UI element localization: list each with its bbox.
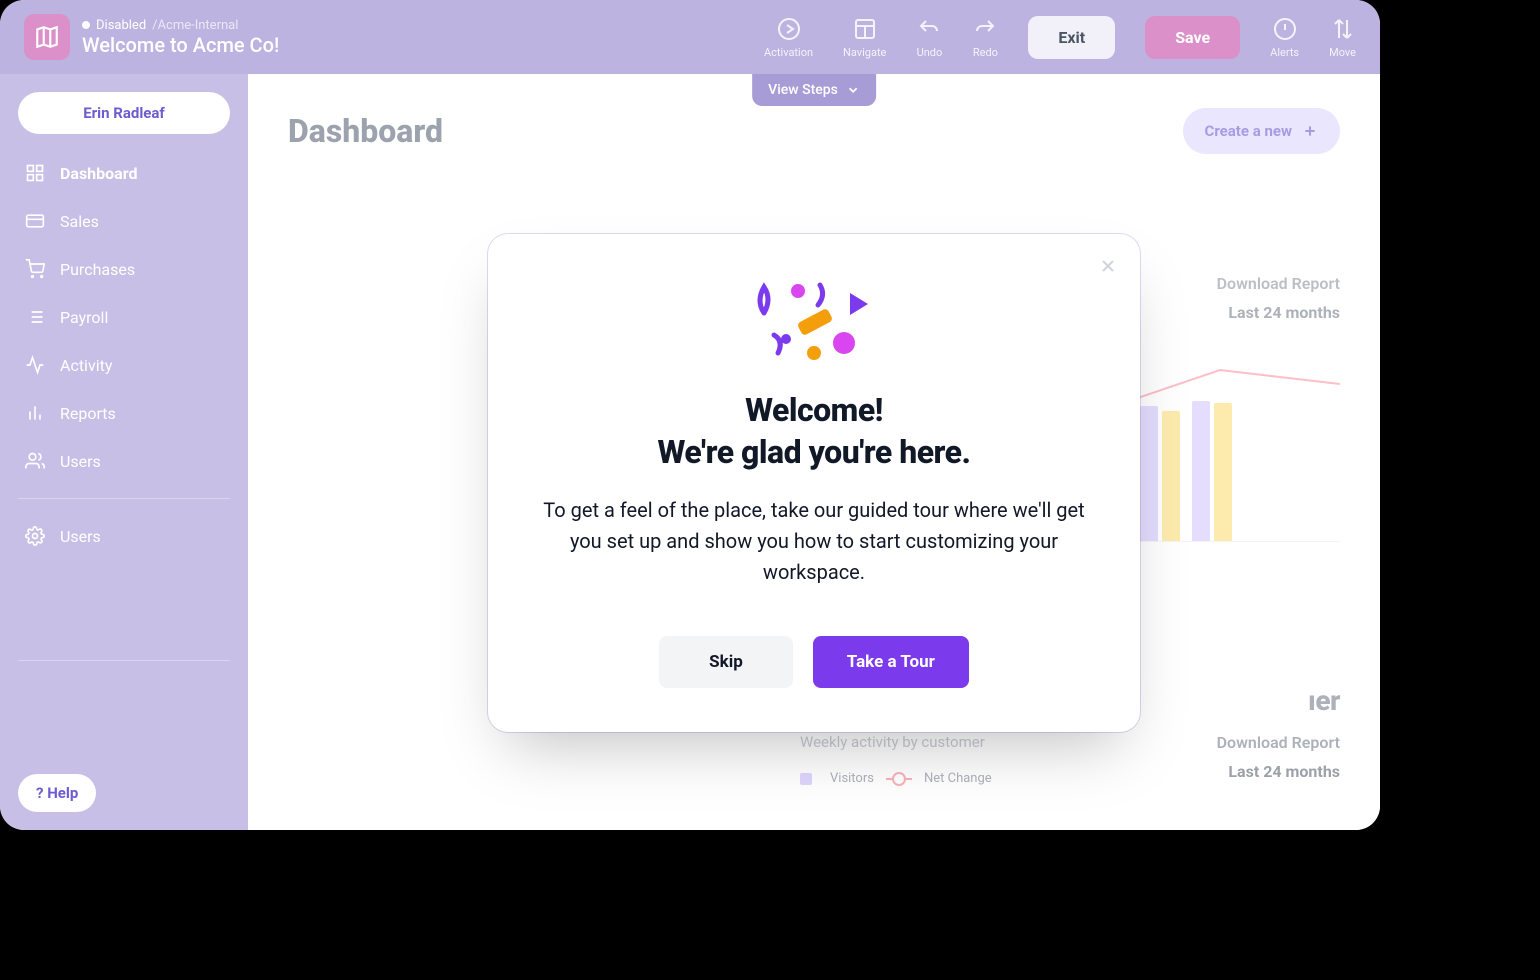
- main-content: View Steps Dashboard Create a new Downlo…: [248, 74, 1380, 830]
- sidebar-item-label: Dashboard: [60, 164, 137, 183]
- layout-icon: [852, 16, 878, 42]
- close-icon: [1098, 256, 1118, 276]
- confetti-icon: [536, 274, 1092, 370]
- undo-icon: [916, 16, 942, 42]
- sidebar-item-purchases[interactable]: Purchases: [18, 248, 230, 290]
- sidebar: Erin Radleaf Dashboard Sales Purchases P…: [0, 74, 248, 830]
- status-line: Disabled /Acme-Internal: [82, 18, 279, 33]
- undo-button[interactable]: Undo: [916, 16, 942, 59]
- topbar: Disabled /Acme-Internal Welcome to Acme …: [0, 0, 1380, 74]
- modal-body: To get a feel of the place, take our gui…: [536, 495, 1092, 588]
- sidebar-item-label: Sales: [60, 212, 99, 231]
- breadcrumb-path: /Acme-Internal: [152, 18, 238, 33]
- redo-icon: [972, 16, 998, 42]
- sidebar-divider-bottom: [18, 660, 230, 661]
- app-logo: [24, 14, 70, 60]
- sidebar-item-payroll[interactable]: Payroll: [18, 296, 230, 338]
- sidebar-item-label: Users: [60, 452, 101, 471]
- sidebar-item-reports[interactable]: Reports: [18, 392, 230, 434]
- redo-button[interactable]: Redo: [972, 16, 998, 59]
- help-button[interactable]: ? Help: [18, 774, 96, 812]
- modal-actions: Skip Take a Tour: [536, 636, 1092, 688]
- cart-icon: [24, 258, 46, 280]
- app-window: Disabled /Acme-Internal Welcome to Acme …: [0, 0, 1380, 830]
- sidebar-item-label: Payroll: [60, 308, 108, 327]
- activation-button[interactable]: Activation: [764, 16, 813, 59]
- user-pill[interactable]: Erin Radleaf: [18, 92, 230, 134]
- list-icon: [24, 306, 46, 328]
- sidebar-item-label: Purchases: [60, 260, 135, 279]
- sidebar-divider: [18, 498, 230, 499]
- body: Erin Radleaf Dashboard Sales Purchases P…: [0, 74, 1380, 830]
- status-label: Disabled: [96, 18, 146, 33]
- sidebar-item-label: Activity: [60, 356, 112, 375]
- welcome-modal: Welcome! We're glad you're here. To get …: [488, 234, 1140, 732]
- sidebar-item-activity[interactable]: Activity: [18, 344, 230, 386]
- status-dot-icon: [82, 21, 90, 29]
- skip-button[interactable]: Skip: [659, 636, 793, 688]
- title-block: Disabled /Acme-Internal Welcome to Acme …: [82, 18, 279, 57]
- gear-icon: [24, 525, 46, 547]
- sidebar-item-users[interactable]: Users: [18, 440, 230, 482]
- sidebar-item-sales[interactable]: Sales: [18, 200, 230, 242]
- modal-overlay: Welcome! We're glad you're here. To get …: [248, 74, 1380, 830]
- alerts-button[interactable]: Alerts: [1270, 16, 1299, 59]
- sidebar-item-settings[interactable]: Users: [18, 515, 230, 557]
- sidebar-item-label: Reports: [60, 404, 116, 423]
- users-icon: [24, 450, 46, 472]
- modal-title: Welcome! We're glad you're here.: [536, 390, 1092, 473]
- sort-icon: [1330, 16, 1356, 42]
- close-button[interactable]: [1094, 252, 1122, 280]
- top-actions: Activation Navigate Undo Redo Exit Save …: [764, 16, 1356, 59]
- move-button[interactable]: Move: [1329, 16, 1356, 59]
- grid-icon: [24, 162, 46, 184]
- map-icon: [34, 24, 60, 50]
- take-tour-button[interactable]: Take a Tour: [813, 636, 969, 688]
- card-icon: [24, 210, 46, 232]
- arrow-circle-icon: [776, 16, 802, 42]
- sidebar-item-dashboard[interactable]: Dashboard: [18, 152, 230, 194]
- exit-button[interactable]: Exit: [1028, 16, 1115, 59]
- page-title: Welcome to Acme Co!: [82, 33, 279, 57]
- save-button[interactable]: Save: [1145, 16, 1240, 59]
- activity-icon: [24, 354, 46, 376]
- navigate-button[interactable]: Navigate: [843, 16, 886, 59]
- alert-icon: [1272, 16, 1298, 42]
- bar-chart-icon: [24, 402, 46, 424]
- sidebar-item-label: Users: [60, 527, 101, 546]
